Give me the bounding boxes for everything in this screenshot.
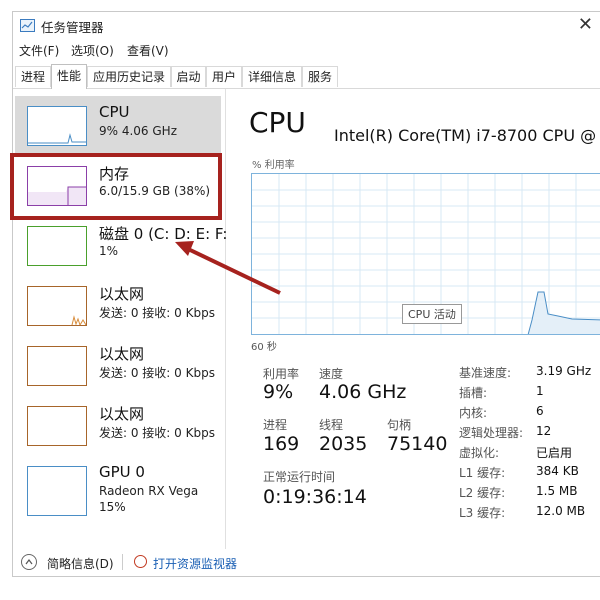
annotation-arrow bbox=[175, 241, 281, 295]
